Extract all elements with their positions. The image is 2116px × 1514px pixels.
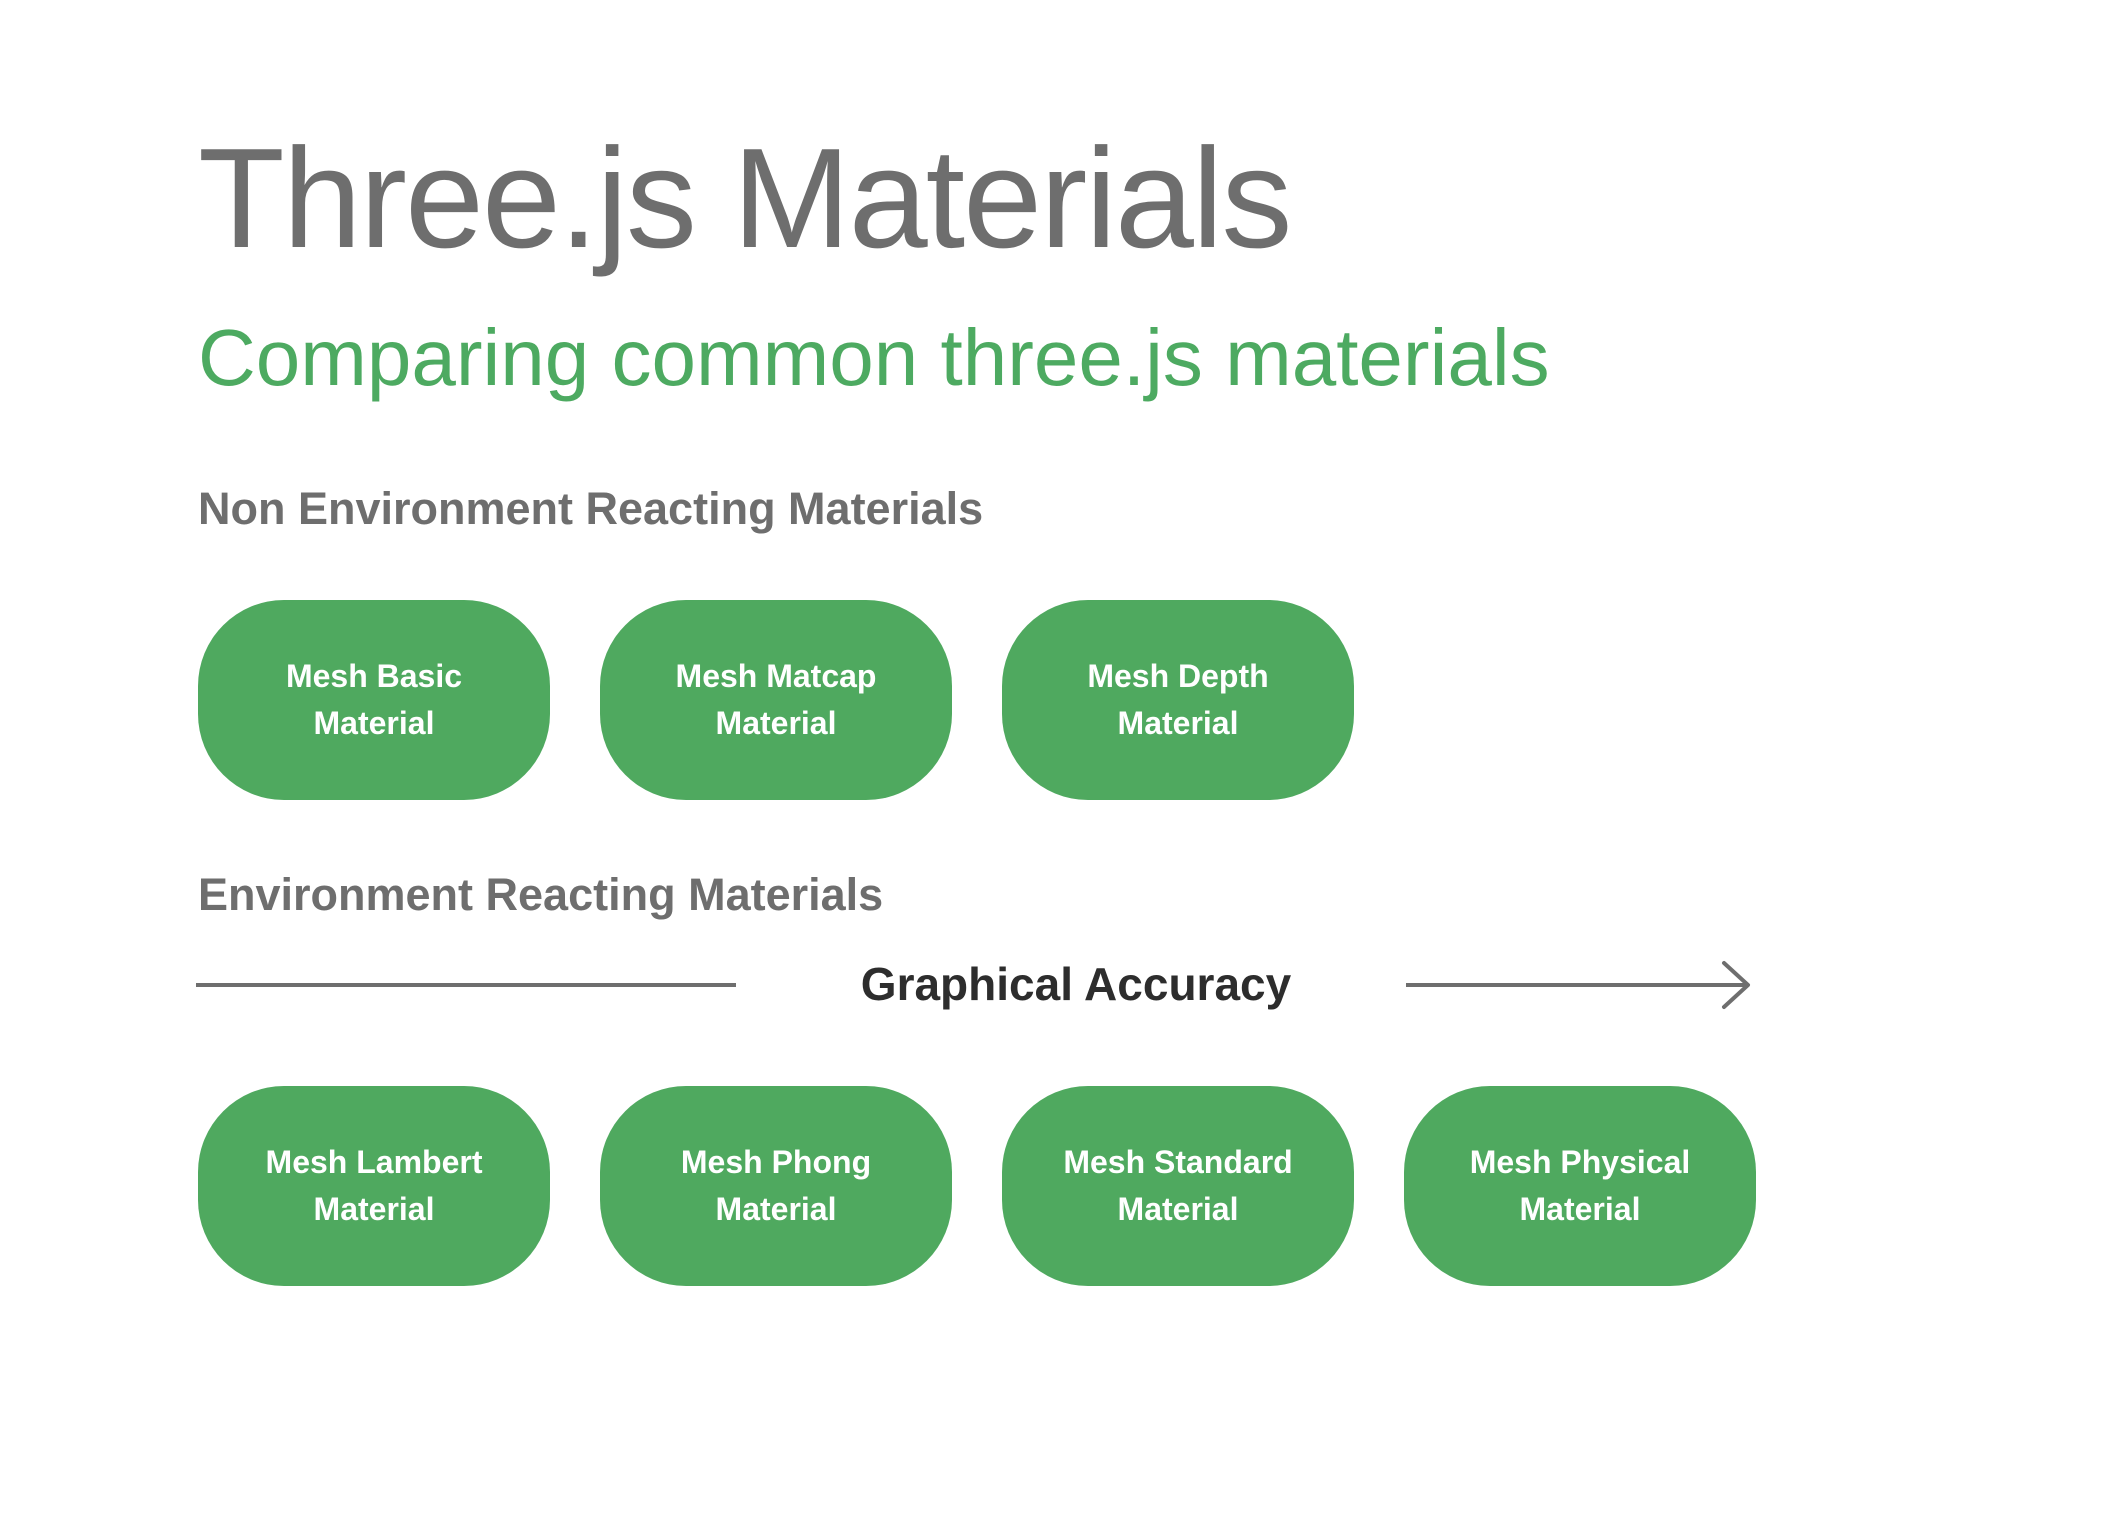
material-name: Mesh Matcap (675, 658, 877, 694)
material-name: Mesh Depth (1087, 658, 1269, 694)
material-suffix: Material (313, 705, 435, 741)
material-suffix: Material (1117, 1191, 1239, 1227)
material-pill-mesh-lambert: Mesh Lambert Material (198, 1086, 550, 1286)
material-pill-mesh-phong: Mesh Phong Material (600, 1086, 952, 1286)
axis-label: Graphical Accuracy (860, 958, 1292, 1010)
material-name: Mesh Basic (285, 658, 463, 694)
material-pill-mesh-depth: Mesh Depth Material (1002, 600, 1354, 800)
section-heading-environment: Environment Reacting Materials (198, 869, 884, 920)
page-subtitle: Comparing common three.js materials (198, 313, 1550, 402)
non-environment-materials: Mesh Basic Material Mesh Matcap Material… (198, 600, 1354, 800)
material-suffix: Material (313, 1191, 435, 1227)
material-pill-mesh-physical: Mesh Physical Material (1404, 1086, 1756, 1286)
slide: Three.js Materials Comparing common thre… (0, 0, 2116, 1514)
material-name: Mesh Standard (1063, 1144, 1293, 1180)
material-pill-mesh-basic: Mesh Basic Material (198, 600, 550, 800)
material-name: Mesh Physical (1469, 1144, 1691, 1180)
material-suffix: Material (1117, 705, 1239, 741)
environment-materials: Mesh Lambert Material Mesh Phong Materia… (198, 1086, 1756, 1286)
material-name: Mesh Phong (680, 1144, 872, 1180)
material-suffix: Material (715, 1191, 837, 1227)
material-pill-mesh-standard: Mesh Standard Material (1002, 1086, 1354, 1286)
material-suffix: Material (715, 705, 837, 741)
material-suffix: Material (1519, 1191, 1641, 1227)
section-heading-non-environment: Non Environment Reacting Materials (198, 483, 984, 534)
page-title: Three.js Materials (198, 119, 1292, 278)
material-name: Mesh Lambert (265, 1144, 483, 1180)
material-pill-mesh-matcap: Mesh Matcap Material (600, 600, 952, 800)
graphical-accuracy-axis: Graphical Accuracy (196, 955, 1756, 1015)
